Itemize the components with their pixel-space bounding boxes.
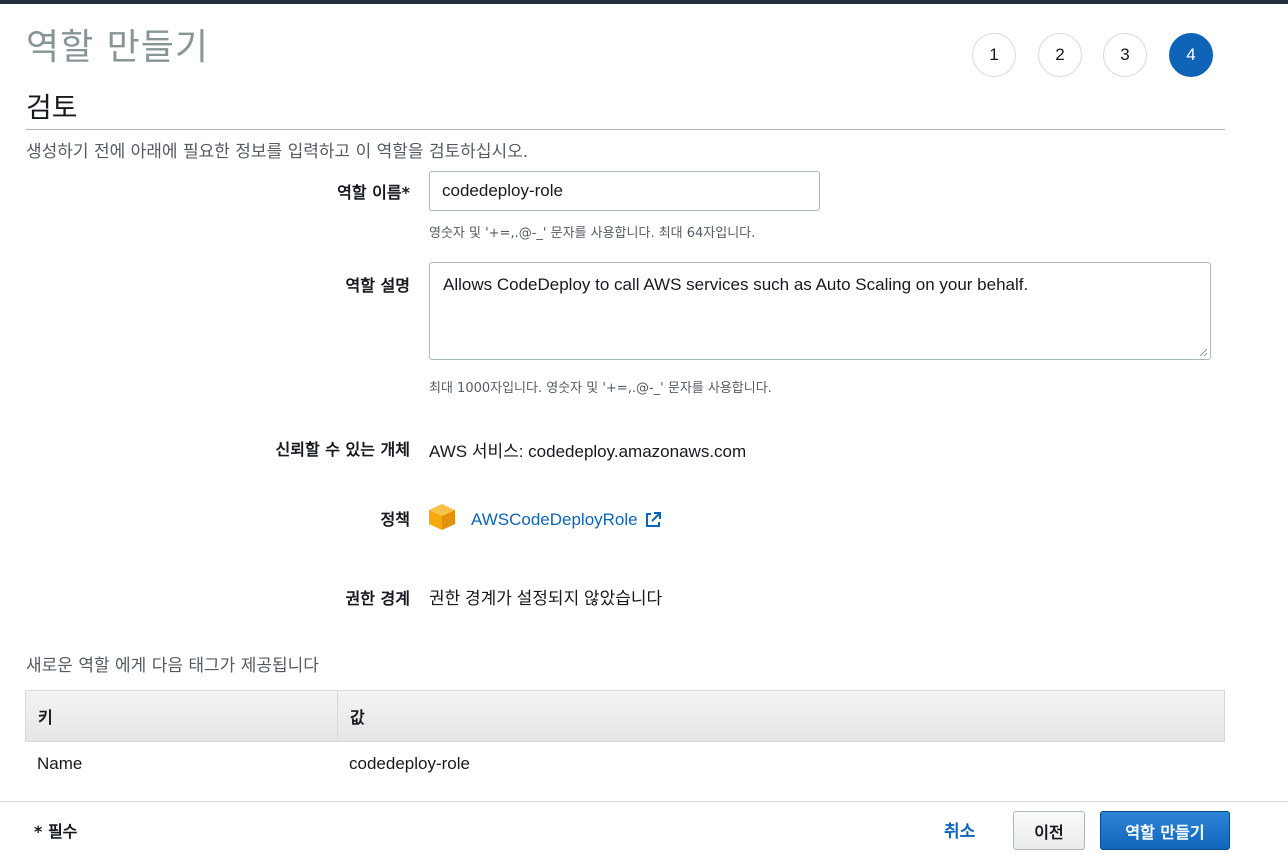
step-2[interactable]: 2: [1038, 33, 1082, 77]
role-name-label: 역할 이름*: [337, 183, 410, 202]
trusted-entity-value: AWS 서비스: codedeploy.amazonaws.com: [429, 442, 747, 461]
step-4-current: 4: [1169, 33, 1213, 77]
required-note: * 필수: [34, 822, 78, 841]
column-header-key: 키: [26, 691, 338, 741]
tags-table: 키 값 Name codedeploy-role: [25, 690, 1225, 786]
review-intro: 생성하기 전에 아래에 필요한 정보를 입력하고 이 역할을 검토하십시오.: [26, 142, 529, 162]
trusted-entity-label: 신뢰할 수 있는 개체: [275, 440, 410, 459]
role-description-value: Allows CodeDeploy to call AWS services s…: [443, 275, 1029, 294]
top-bar: [0, 0, 1288, 4]
section-divider: [26, 129, 1225, 130]
tags-title: 새로운 역할 에게 다음 태그가 제공됩니다: [26, 656, 319, 676]
footer-divider: [0, 801, 1288, 802]
permissions-boundary-value: 권한 경계가 설정되지 않았습니다: [429, 589, 663, 608]
create-role-button[interactable]: 역할 만들기: [1100, 811, 1230, 850]
step-1[interactable]: 1: [972, 33, 1016, 77]
policy-label: 정책: [380, 510, 410, 529]
policy-link[interactable]: AWSCodeDeployRole: [471, 510, 662, 530]
role-name-input[interactable]: codedeploy-role: [429, 171, 820, 211]
column-header-value: 값: [350, 708, 365, 727]
external-link-icon: [645, 512, 661, 527]
tag-value-cell: codedeploy-role: [349, 754, 470, 773]
review-heading: 검토: [26, 91, 78, 124]
aws-policy-box-icon: [429, 504, 455, 530]
role-description-textarea[interactable]: Allows CodeDeploy to call AWS services s…: [429, 262, 1211, 360]
table-row: Name codedeploy-role: [25, 742, 1225, 786]
role-name-value: codedeploy-role: [442, 181, 563, 200]
resize-grip-icon[interactable]: [1198, 347, 1208, 357]
policy-link-text[interactable]: AWSCodeDeployRole: [471, 510, 638, 530]
role-name-hint: 영숫자 및 '+=,.@-_' 문자를 사용합니다. 최대 64자입니다.: [429, 226, 756, 241]
tag-key-cell: Name: [37, 754, 83, 773]
role-description-label: 역할 설명: [345, 276, 410, 295]
page-title: 역할 만들기: [26, 27, 210, 68]
tags-table-header: 키 값: [25, 690, 1225, 742]
permissions-boundary-label: 권한 경계: [345, 589, 410, 608]
previous-button[interactable]: 이전: [1013, 811, 1085, 850]
cancel-button[interactable]: 취소: [944, 817, 975, 842]
step-3[interactable]: 3: [1103, 33, 1147, 77]
role-description-hint: 최대 1000자입니다. 영숫자 및 '+=,.@-_' 문자를 사용합니다.: [429, 381, 772, 396]
